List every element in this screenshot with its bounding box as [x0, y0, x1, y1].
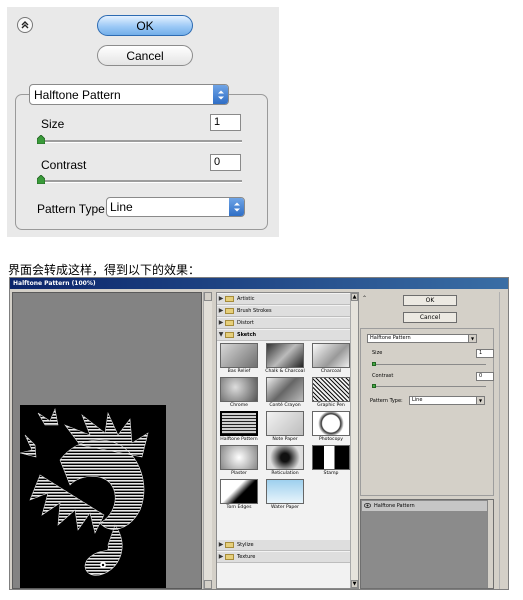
cancel-button[interactable]: Cancel [97, 45, 193, 66]
thumb-note-paper[interactable]: Note Paper [265, 411, 305, 443]
expand-arrow-icon: ▶ [218, 307, 224, 314]
gallery-size-label: Size [372, 350, 383, 356]
gallery-contrast-slider[interactable] [373, 386, 486, 387]
expand-arrow-icon: ▶ [218, 553, 224, 560]
category-sketch[interactable]: ▼ Sketch [217, 330, 350, 341]
thumb-torn-edges[interactable]: Torn Edges [219, 479, 259, 511]
filter-select-value: Halftone Pattern [34, 87, 121, 102]
category-texture[interactable]: ▶ Texture [217, 552, 350, 563]
size-slider-thumb[interactable] [37, 135, 45, 144]
scroll-down-icon[interactable]: ▼ [351, 580, 358, 588]
crane-preview-image [20, 405, 166, 588]
thumb-bas-relief[interactable]: Bas Relief [219, 343, 259, 375]
size-input[interactable]: 1 [210, 114, 241, 131]
thumb-halftone-pattern[interactable]: Halftone Pattern [219, 411, 259, 443]
effect-layer-label: Halftone Pattern [374, 503, 415, 509]
select-arrows-icon [213, 85, 228, 104]
expand-arrow-icon: ▶ [218, 319, 224, 326]
folder-icon [225, 332, 234, 338]
thumb-reticulation[interactable]: Reticulation [265, 445, 305, 477]
gallery-scrollbar[interactable]: ▲ ▼ [350, 293, 358, 588]
thumb-photocopy[interactable]: Photocopy [311, 411, 351, 443]
gallery-size-thumb[interactable] [372, 362, 376, 366]
expand-arrow-icon: ▶ [218, 295, 224, 302]
ok-button[interactable]: OK [97, 15, 193, 36]
scroll-down-icon[interactable] [204, 580, 212, 589]
gallery-filter-select[interactable]: Halftone Pattern ▼ [367, 334, 477, 343]
contrast-input[interactable]: 0 [210, 154, 241, 171]
pattern-type-value: Line [110, 200, 133, 214]
pattern-type-select[interactable]: Line [106, 197, 245, 217]
select-arrows-icon [229, 198, 244, 216]
window-title: Halftone Pattern (100%) [10, 278, 508, 289]
contrast-slider-track[interactable] [38, 180, 242, 183]
category-label: Sketch [237, 332, 257, 338]
double-chevron-up-icon [21, 21, 29, 29]
gallery-cancel-button[interactable]: Cancel [403, 312, 457, 323]
category-label: Brush Strokes [237, 308, 272, 314]
collapse-gallery-icon[interactable]: ⌃ [362, 295, 367, 302]
category-brush-strokes[interactable]: ▶ Brush Strokes [217, 306, 350, 317]
category-distort[interactable]: ▶ Distort [217, 318, 350, 329]
filter-options-panel: OK Cancel Halftone Pattern Size 1 Contra… [7, 7, 279, 237]
size-slider-track[interactable] [38, 140, 242, 143]
collapse-icon[interactable] [17, 17, 33, 33]
scroll-up-icon[interactable]: ▲ [351, 293, 358, 301]
thumb-water-paper[interactable]: Water Paper [265, 479, 305, 511]
gallery-contrast-label: Contrast [372, 373, 394, 379]
thumb-chalk-charcoal[interactable]: Chalk & Charcoal [265, 343, 305, 375]
gallery-size-input[interactable]: 1 [476, 349, 494, 358]
layers-scrollbar[interactable] [487, 500, 493, 588]
thumb-chrome[interactable]: Chrome [219, 377, 259, 409]
filter-gallery-window: Halftone Pattern (100%) ▶ Artistic ▶ Bru… [9, 277, 509, 590]
gallery-pattern-type-select[interactable]: Line ▼ [409, 396, 485, 405]
folder-icon [225, 554, 234, 560]
category-artistic[interactable]: ▶ Artistic [217, 294, 350, 305]
category-label: Texture [237, 554, 256, 560]
gallery-ok-button[interactable]: OK [403, 295, 457, 306]
collapse-arrow-icon: ▼ [218, 331, 224, 338]
size-label: Size [41, 117, 65, 131]
gallery-size-slider[interactable] [373, 364, 486, 365]
eye-icon[interactable] [364, 502, 371, 509]
contrast-slider-thumb[interactable] [37, 175, 45, 184]
folder-icon [225, 296, 234, 302]
effect-layer-row[interactable]: Halftone Pattern [362, 501, 490, 511]
thumb-charcoal[interactable]: Charcoal [311, 343, 351, 375]
window-edge [499, 292, 508, 589]
thumb-conte-crayon[interactable]: Conté Crayon [265, 377, 305, 409]
gallery-contrast-input[interactable]: 0 [476, 372, 494, 381]
filter-select[interactable]: Halftone Pattern [29, 84, 229, 105]
dropdown-arrow-icon: ▼ [476, 397, 484, 404]
filter-gallery-list[interactable]: ▶ Artistic ▶ Brush Strokes ▶ Distort ▼ S… [216, 292, 359, 589]
gallery-pattern-type-value: Line [412, 397, 423, 403]
contrast-label: Contrast [41, 158, 87, 172]
category-label: Stylize [237, 542, 254, 548]
gallery-filter-value: Halftone Pattern [370, 335, 411, 341]
expand-arrow-icon: ▶ [218, 541, 224, 548]
category-label: Distort [237, 320, 254, 326]
category-label: Artistic [237, 296, 255, 302]
thumb-plaster[interactable]: Plaster [219, 445, 259, 477]
scroll-up-icon[interactable] [204, 292, 212, 301]
folder-icon [225, 308, 234, 314]
pattern-type-label: Pattern Type: [37, 202, 109, 216]
gallery-pattern-type-label: Pattern Type: [370, 398, 403, 404]
thumb-stamp[interactable]: Stamp [311, 445, 351, 477]
effect-layers-panel: Halftone Pattern [360, 499, 494, 589]
category-stylize[interactable]: ▶ Stylize [217, 540, 350, 551]
folder-icon [225, 320, 234, 326]
preview-scrollbar[interactable] [203, 292, 212, 589]
dropdown-arrow-icon: ▼ [468, 335, 476, 342]
preview-area[interactable] [12, 292, 202, 589]
folder-icon [225, 542, 234, 548]
thumb-graphic-pen[interactable]: Graphic Pen [311, 377, 351, 409]
caption-text: 界面会转成这样，得到以下的效果： [8, 263, 201, 277]
gallery-contrast-thumb[interactable] [372, 384, 376, 388]
